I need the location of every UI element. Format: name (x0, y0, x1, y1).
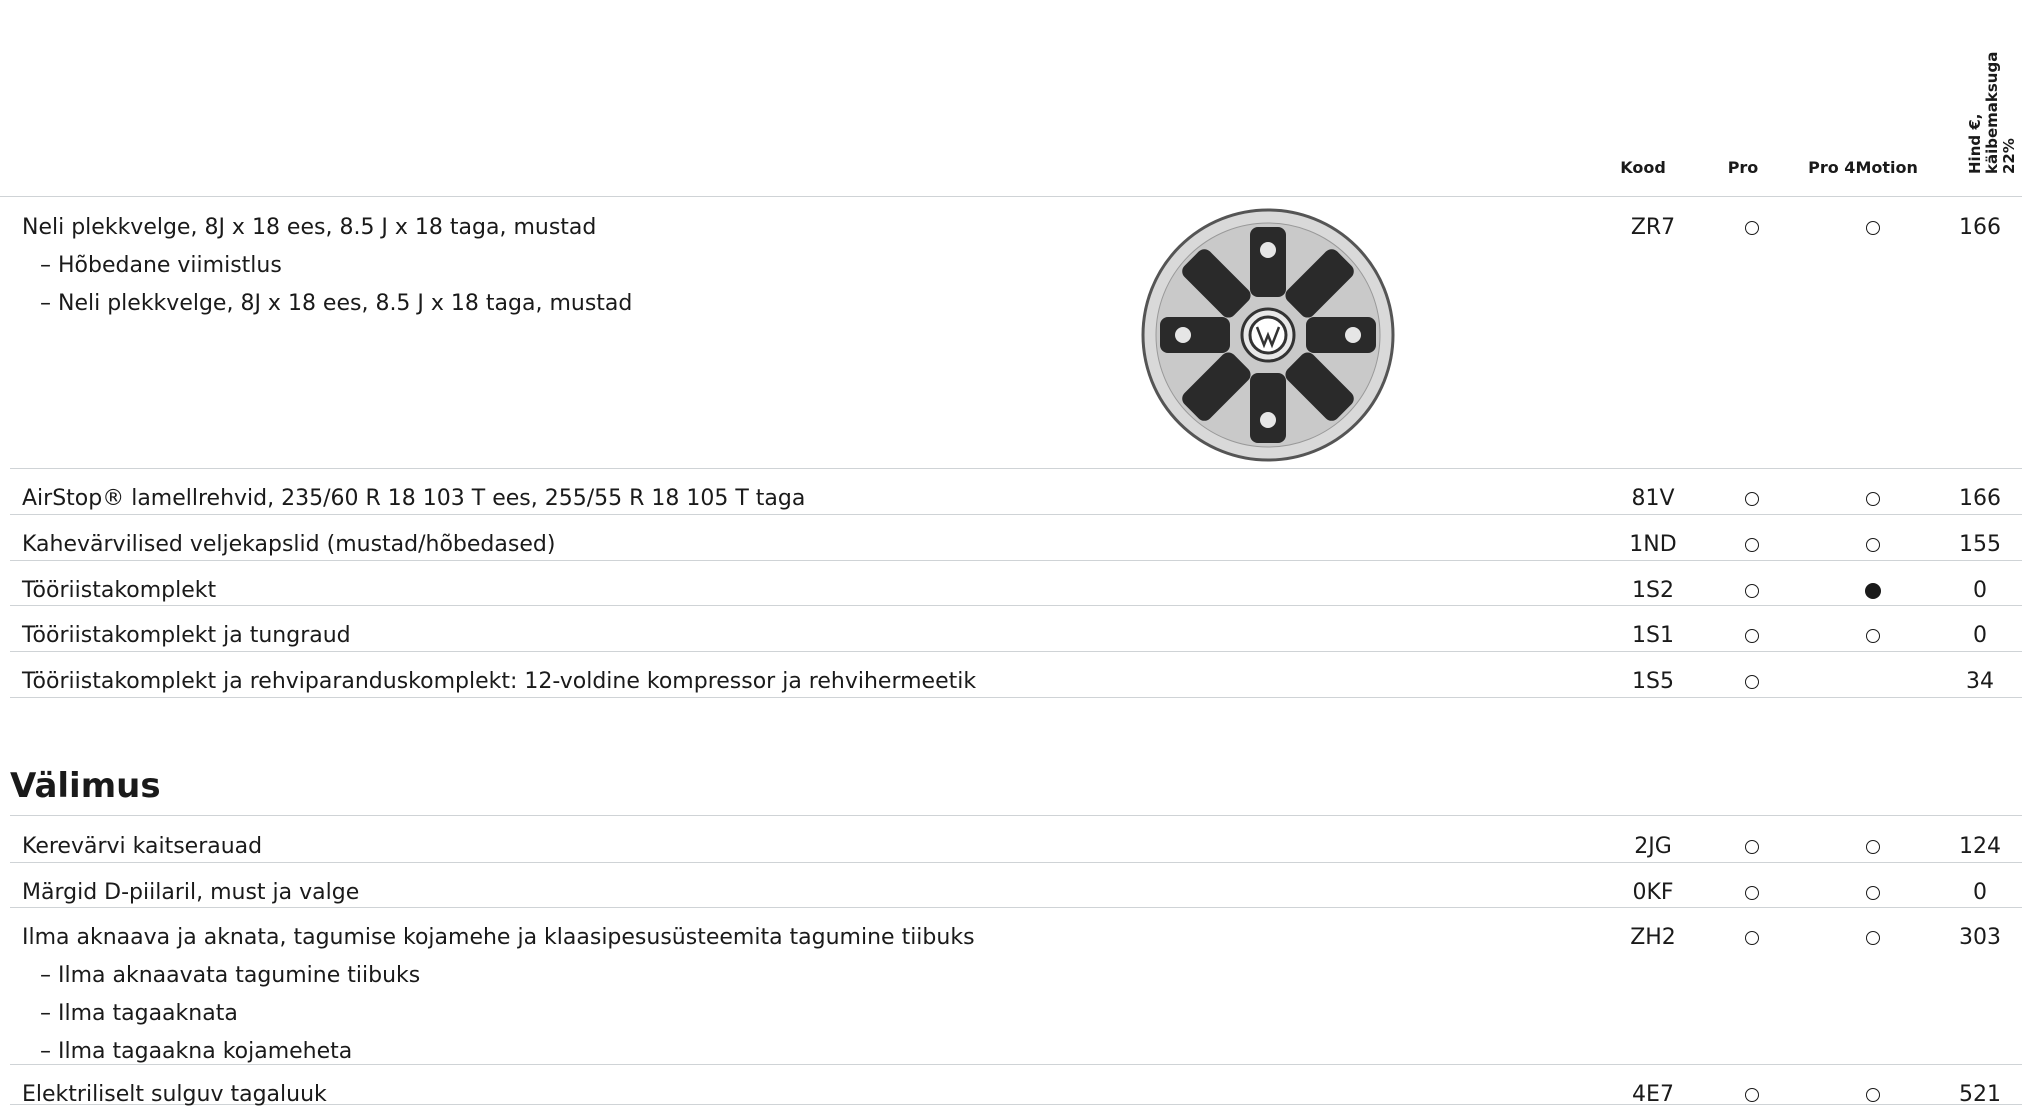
row-description: Tööriistakomplekt ja rehviparanduskomple… (22, 663, 976, 701)
row-pro-mark (1732, 617, 1772, 655)
row-code: 1S5 (1632, 669, 1674, 694)
row-sub-item: – Hõbedane viimistlus (40, 253, 282, 278)
row-code: 1ND (1629, 532, 1677, 557)
row-description: Tööriistakomplekt ja tungraud (22, 617, 351, 655)
table-header: Kood Pro Pro 4Motion Hind €, käibemaksug… (0, 0, 2022, 197)
row-pro-mark (1732, 1076, 1772, 1114)
pro4motion-open-circle-icon (1866, 492, 1880, 506)
row-price: 166 (1959, 215, 2001, 240)
pro4motion-open-circle-icon (1866, 840, 1880, 854)
header-pro: Pro (1727, 158, 1759, 177)
table-row: Kahevärvilised veljekapslid (mustad/hõbe… (10, 514, 2022, 561)
row-pro-mark (1732, 828, 1772, 866)
table-row: Tööriistakomplekt 1S2 0 (10, 560, 2022, 606)
pro-open-circle-icon (1745, 221, 1759, 235)
row-price: 124 (1959, 834, 2001, 859)
table-row: Elektriliselt sulguv tagaluuk 4E7 521 (10, 1064, 2022, 1107)
pro4motion-open-circle-icon (1866, 931, 1880, 945)
row-pro-mark (1732, 919, 1772, 957)
pro-open-circle-icon (1745, 675, 1759, 689)
section-title: Välimus (10, 766, 161, 806)
row-description-text: Elektriliselt sulguv tagaluuk (22, 1082, 327, 1107)
row-code: 81V (1631, 486, 1675, 511)
pro-open-circle-icon (1745, 538, 1759, 552)
row-pro-mark (1732, 663, 1772, 701)
header-price-label: Hind €, käibemaksuga 22% (1966, 51, 2018, 174)
row-pro4motion-mark (1853, 617, 1893, 655)
row-sub-item: – Ilma tagaaknata (40, 1001, 238, 1026)
row-description-text: Tööriistakomplekt ja rehviparanduskomple… (22, 669, 977, 694)
pro-open-circle-icon (1745, 584, 1759, 598)
table-row: Neli plekkvelge, 8J x 18 ees, 8.5 J x 18… (10, 197, 2022, 469)
row-code: 1S1 (1632, 623, 1674, 648)
row-description-text: Kahevärvilised veljekapslid (mustad/hõbe… (22, 532, 556, 557)
pro-open-circle-icon (1745, 886, 1759, 900)
table-row: Tööriistakomplekt ja rehviparanduskomple… (10, 651, 2022, 698)
pro-open-circle-icon (1745, 840, 1759, 854)
row-pro4motion-mark (1853, 480, 1893, 518)
row-pro-mark (1732, 209, 1772, 247)
wheel-cover-icon (1141, 208, 1395, 462)
row-description-text: Neli plekkvelge, 8J x 18 ees, 8.5 J x 18… (22, 215, 597, 240)
row-price: 0 (1973, 623, 1987, 648)
table-row: AirStop® lamellrehvid, 235/60 R 18 103 T… (10, 468, 2022, 515)
pro4motion-open-circle-icon (1866, 1088, 1880, 1102)
header-pro4motion: Pro 4Motion (1808, 158, 1918, 177)
row-description: Kerevärvi kaitserauad (22, 828, 262, 866)
pro4motion-open-circle-icon (1866, 538, 1880, 552)
pro-open-circle-icon (1745, 931, 1759, 945)
row-description: Elektriliselt sulguv tagaluuk (22, 1076, 327, 1114)
pro-open-circle-icon (1745, 492, 1759, 506)
pro-open-circle-icon (1745, 1088, 1759, 1102)
row-pro-mark (1732, 480, 1772, 518)
pro4motion-open-circle-icon (1866, 886, 1880, 900)
pro-open-circle-icon (1745, 629, 1759, 643)
row-price: 166 (1959, 486, 2001, 511)
table-row: Märgid D-piilaril, must ja valge 0KF 0 (10, 862, 2022, 908)
row-description: Ilma aknaava ja aknata, tagumise kojameh… (22, 919, 975, 1071)
row-code: ZH2 (1630, 925, 1676, 950)
row-code: 2JG (1634, 834, 1672, 859)
row-pro4motion-mark (1853, 209, 1893, 247)
table-row: Ilma aknaava ja aknata, tagumise kojameh… (10, 907, 2022, 1065)
row-description-text: AirStop® lamellrehvid, 235/60 R 18 103 T… (22, 486, 806, 511)
row-price: 34 (1966, 669, 1994, 694)
row-pro4motion-mark (1853, 828, 1893, 866)
row-price: 155 (1959, 532, 2001, 557)
table-row: Kerevärvi kaitserauad 2JG 124 (10, 816, 2022, 863)
row-description: Neli plekkvelge, 8J x 18 ees, 8.5 J x 18… (22, 209, 632, 323)
row-price: 521 (1959, 1082, 2001, 1107)
row-code: 4E7 (1632, 1082, 1674, 1107)
table-row: Tööriistakomplekt ja tungraud 1S1 0 (10, 605, 2022, 652)
row-sub-item: – Ilma aknaavata tagumine tiibuks (40, 963, 421, 988)
header-price: Hind €, käibemaksuga 22% (1917, 12, 2022, 174)
pro4motion-open-circle-icon (1866, 221, 1880, 235)
row-description: Kahevärvilised veljekapslid (mustad/hõbe… (22, 526, 555, 564)
row-price: 303 (1959, 925, 2001, 950)
row-pro-mark (1732, 526, 1772, 564)
row-pro4motion-mark (1853, 1076, 1893, 1114)
row-description-text: Kerevärvi kaitserauad (22, 834, 263, 859)
pro4motion-open-circle-icon (1866, 629, 1880, 643)
row-sub-item: – Neli plekkvelge, 8J x 18 ees, 8.5 J x … (40, 291, 633, 316)
row-pro4motion-mark (1853, 526, 1893, 564)
row-code: ZR7 (1630, 215, 1676, 240)
row-description-text: Tööriistakomplekt ja tungraud (22, 623, 351, 648)
pro4motion-filled-circle-icon (1865, 583, 1881, 599)
row-description-text: Ilma aknaava ja aknata, tagumise kojameh… (22, 925, 975, 950)
row-description: AirStop® lamellrehvid, 235/60 R 18 103 T… (22, 480, 805, 518)
row-pro4motion-mark (1853, 919, 1893, 957)
